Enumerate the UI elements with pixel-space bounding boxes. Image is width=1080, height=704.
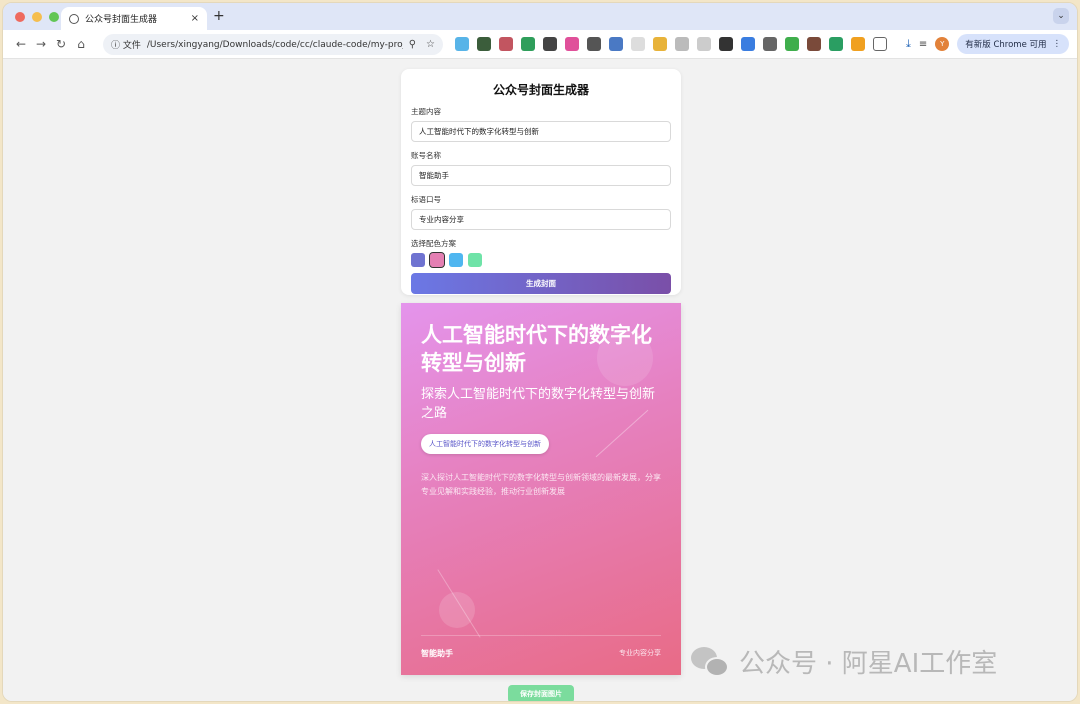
cover-slogan: 专业内容分享	[619, 649, 661, 657]
topic-label: 主题内容	[411, 107, 441, 116]
color-swatch[interactable]	[449, 253, 463, 267]
extensions-menu-icon[interactable]	[873, 37, 887, 51]
extension-icon[interactable]	[829, 37, 843, 51]
window-controls	[15, 12, 59, 22]
watermark: 公众号 · 阿星AI工作室	[691, 643, 997, 680]
extension-icon[interactable]	[653, 37, 667, 51]
slogan-input[interactable]: 专业内容分享	[411, 209, 671, 230]
extension-icon[interactable]	[543, 37, 557, 51]
account-input[interactable]: 智能助手	[411, 165, 671, 186]
extensions-bar	[455, 37, 887, 51]
minimize-window-icon[interactable]	[32, 12, 42, 22]
cover-title: 人工智能时代下的数字化转型与创新	[421, 323, 652, 375]
page-content: 公众号封面生成器 主题内容 人工智能时代下的数字化转型与创新 账号名称 智能助手…	[3, 59, 1077, 701]
generator-form: 公众号封面生成器 主题内容 人工智能时代下的数字化转型与创新 账号名称 智能助手…	[401, 69, 681, 295]
extension-icon[interactable]	[587, 37, 601, 51]
watermark-text: 公众号 · 阿星AI工作室	[739, 649, 998, 679]
browser-window: 公众号封面生成器 × + ⌄ ← → ↻ ⌂ ⓘ 文件 /Users/xingy…	[2, 2, 1078, 702]
extension-icon[interactable]	[609, 37, 623, 51]
forward-icon[interactable]: →	[31, 37, 51, 51]
globe-icon	[69, 13, 79, 24]
profile-avatar[interactable]: Y	[935, 37, 950, 51]
new-tab-button[interactable]: +	[213, 8, 225, 24]
tab-search-chevron-icon[interactable]: ⌄	[1053, 8, 1069, 24]
generate-cover-button[interactable]: 生成封面	[411, 273, 671, 294]
extension-icon[interactable]	[499, 37, 513, 51]
reload-icon[interactable]: ↻	[51, 37, 71, 51]
wechat-icon	[691, 645, 731, 679]
color-swatch[interactable]	[411, 253, 425, 267]
cover-subtitle: 探索人工智能时代下的数字化转型与创新之路	[421, 387, 656, 421]
tab-strip: 公众号封面生成器 × + ⌄	[3, 3, 1077, 30]
update-label: 有新版 Chrome 可用	[965, 40, 1047, 50]
zoom-icon[interactable]: ⚲	[409, 39, 416, 50]
color-swatch[interactable]	[429, 252, 445, 268]
url-text[interactable]: /Users/xingyang/Downloads/code/cc/claude…	[147, 40, 403, 50]
toolbar-right: ⤓ ≡ Y 有新版 Chrome 可用 ⋮	[906, 34, 1069, 54]
cover-preview: 人工智能时代下的数字化转型与创新 探索人工智能时代下的数字化转型与创新之路 人工…	[401, 303, 681, 675]
slogan-label: 标语口号	[411, 195, 441, 204]
color-scheme-label: 选择配色方案	[411, 239, 456, 248]
cover-account: 智能助手	[421, 649, 453, 658]
extension-icon[interactable]	[851, 37, 865, 51]
cover-divider	[421, 635, 661, 636]
color-swatch[interactable]	[468, 253, 482, 267]
extension-icon[interactable]	[455, 37, 469, 51]
extension-icon[interactable]	[565, 37, 579, 51]
close-window-icon[interactable]	[15, 12, 25, 22]
download-icon[interactable]: ⤓	[906, 37, 911, 51]
tab-close-icon[interactable]: ×	[191, 13, 199, 24]
update-chrome-button[interactable]: 有新版 Chrome 可用 ⋮	[957, 34, 1069, 54]
extension-icon[interactable]	[807, 37, 821, 51]
reading-list-icon[interactable]: ≡	[919, 39, 927, 50]
save-cover-button[interactable]: 保存封面图片	[508, 685, 574, 701]
site-info[interactable]: ⓘ 文件	[111, 38, 141, 51]
back-icon[interactable]: ←	[11, 37, 31, 51]
address-bar[interactable]: ⓘ 文件 /Users/xingyang/Downloads/code/cc/c…	[103, 34, 443, 55]
extension-icon[interactable]	[785, 37, 799, 51]
home-icon[interactable]: ⌂	[71, 37, 91, 51]
extension-icon[interactable]	[477, 37, 491, 51]
tab-title: 公众号封面生成器	[85, 15, 158, 25]
puzzle-icon[interactable]	[741, 37, 755, 51]
tab-active[interactable]: 公众号封面生成器 ×	[61, 7, 207, 30]
extension-icon[interactable]	[631, 37, 645, 51]
cover-description: 深入探讨人工智能时代下的数字化转型与创新领域的最新发展，分享专业见解和实践经验，…	[421, 473, 661, 496]
extension-icon[interactable]	[719, 37, 733, 51]
cover-tag: 人工智能时代下的数字化转型与创新	[421, 434, 549, 454]
extension-icon[interactable]	[675, 37, 689, 51]
account-label: 账号名称	[411, 151, 441, 160]
color-swatches	[411, 252, 671, 268]
extension-icon[interactable]	[521, 37, 535, 51]
bookmark-star-icon[interactable]: ☆	[426, 39, 435, 50]
form-title: 公众号封面生成器	[492, 83, 589, 97]
topic-input[interactable]: 人工智能时代下的数字化转型与创新	[411, 121, 671, 142]
more-menu-icon: ⋮	[1052, 39, 1062, 49]
maximize-window-icon[interactable]	[49, 12, 59, 22]
extension-icon[interactable]	[763, 37, 777, 51]
extension-icon[interactable]	[697, 37, 711, 51]
toolbar: ← → ↻ ⌂ ⓘ 文件 /Users/xingyang/Downloads/c…	[3, 30, 1077, 59]
